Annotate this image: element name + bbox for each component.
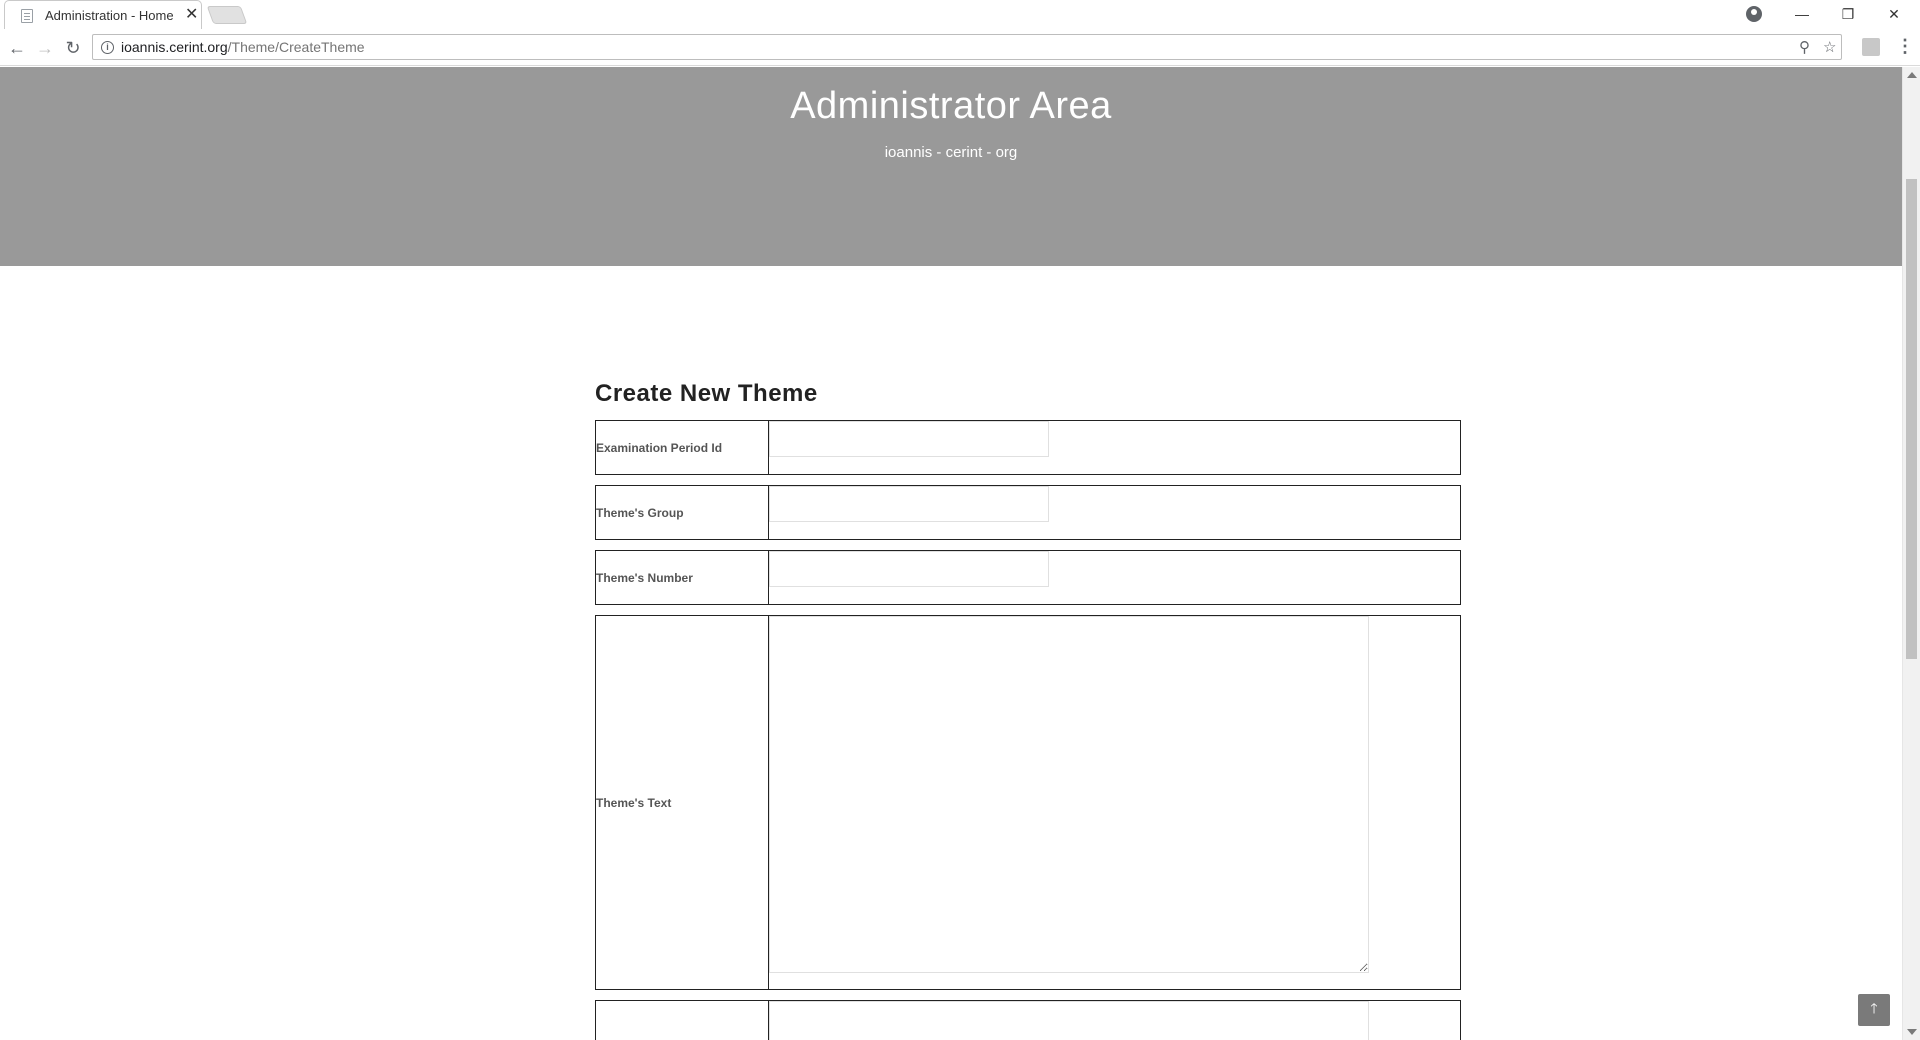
scroll-thumb[interactable]: [1906, 179, 1917, 659]
field-label: Theme's Group: [596, 486, 769, 539]
page-scrollbar[interactable]: [1902, 67, 1920, 1040]
examination-period-id-input[interactable]: [769, 421, 1049, 457]
url-host: ioannis.cerint.org: [121, 39, 228, 55]
field-cell: [769, 421, 1460, 474]
address-bar[interactable]: i ioannis.cerint.org/Theme/CreateTheme ⚲…: [92, 34, 1842, 60]
field-cell: [769, 1001, 1460, 1040]
extension-icon[interactable]: [1862, 38, 1880, 56]
menu-icon[interactable]: ⋮: [1896, 36, 1914, 57]
browser-titlebar: Administration - Home - ✕ — ❐ ✕: [0, 0, 1920, 30]
themes-group-input[interactable]: [769, 486, 1049, 522]
field-row-next: [595, 1000, 1461, 1040]
field-label: Theme's Number: [596, 551, 769, 604]
back-to-top-button[interactable]: 🡑: [1858, 994, 1890, 1026]
tab-close-icon[interactable]: ✕: [185, 6, 198, 24]
field-cell: [769, 486, 1460, 539]
field-label: Theme's Text: [596, 616, 769, 989]
profile-icon[interactable]: [1746, 6, 1762, 22]
scroll-down-icon[interactable]: [1907, 1029, 1917, 1035]
themes-text-textarea[interactable]: [769, 616, 1369, 973]
field-row-themes-group: Theme's Group: [595, 485, 1461, 540]
next-textarea[interactable]: [769, 1001, 1369, 1040]
field-row-themes-text: Theme's Text: [595, 615, 1461, 990]
close-window-button[interactable]: ✕: [1872, 0, 1916, 28]
browser-tab[interactable]: Administration - Home - ✕: [4, 0, 202, 29]
page-title: Administrator Area: [790, 85, 1112, 127]
field-row-themes-number: Theme's Number: [595, 550, 1461, 605]
themes-number-input[interactable]: [769, 551, 1049, 587]
field-label: [596, 1001, 769, 1040]
url-text: ioannis.cerint.org/Theme/CreateTheme: [121, 39, 365, 55]
browser-toolbar: ← → ↻ i ioannis.cerint.org/Theme/CreateT…: [0, 30, 1920, 66]
minimize-button[interactable]: —: [1780, 0, 1824, 28]
restore-button[interactable]: ❐: [1826, 0, 1870, 28]
scroll-up-icon[interactable]: [1907, 72, 1917, 78]
url-path: /Theme/CreateTheme: [227, 39, 365, 55]
back-icon[interactable]: ←: [5, 36, 29, 60]
zoom-icon[interactable]: ⚲: [1799, 38, 1810, 56]
tab-title: Administration - Home -: [45, 8, 175, 23]
new-tab-button[interactable]: [206, 6, 248, 24]
info-icon[interactable]: i: [101, 41, 114, 54]
page-favicon-icon: [21, 9, 33, 23]
form-title: Create New Theme: [595, 380, 818, 407]
reload-icon[interactable]: ↻: [61, 36, 85, 60]
field-cell: [769, 616, 1460, 989]
star-icon[interactable]: ☆: [1823, 38, 1836, 56]
field-row-examination-period-id: Examination Period Id: [595, 420, 1461, 475]
page-viewport: Administrator Area ioannis - cerint - or…: [0, 67, 1902, 1040]
page-subtitle: ioannis - cerint - org: [884, 144, 1018, 161]
field-label: Examination Period Id: [596, 421, 769, 474]
page-header: Administrator Area ioannis - cerint - or…: [0, 67, 1902, 266]
field-cell: [769, 551, 1460, 604]
forward-icon[interactable]: →: [33, 36, 57, 60]
